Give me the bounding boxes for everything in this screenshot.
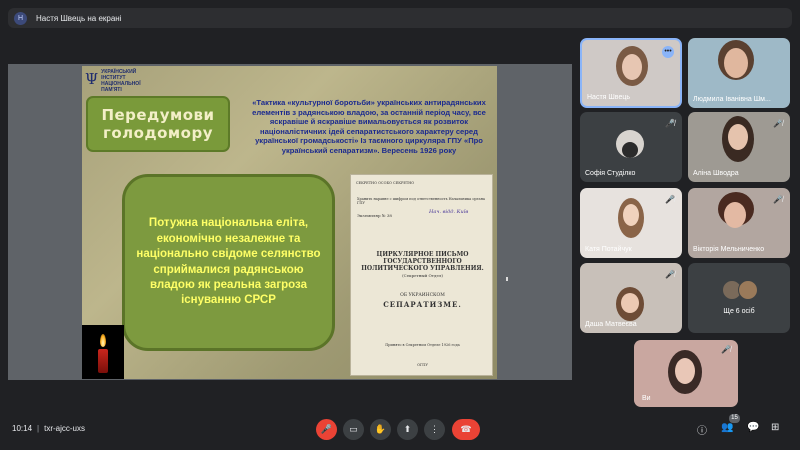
mic-off-icon: 🎤̸ bbox=[665, 195, 675, 204]
present-button[interactable]: ⬆ bbox=[397, 419, 418, 440]
more-participants-avatars bbox=[722, 280, 758, 300]
participant-name: Вікторія Мельниченко bbox=[693, 246, 765, 253]
participant-name: Людмила Іванівна Шм... bbox=[693, 96, 771, 103]
participant-tile-self-presenter[interactable]: ••• Настя Швець bbox=[580, 38, 682, 108]
participant-tile[interactable]: 🎤̸ Аліна Шводра bbox=[688, 112, 790, 182]
info-icon[interactable]: ⓘ bbox=[697, 422, 707, 437]
clock: 10:14 bbox=[12, 424, 33, 433]
participant-name: Аліна Шводра bbox=[693, 170, 739, 177]
participant-tile[interactable]: 🎤̸ Катя Потайчук bbox=[580, 188, 682, 258]
activities-icon[interactable]: ⊞ bbox=[771, 422, 779, 433]
slide-title-line2: голодомору bbox=[103, 124, 213, 142]
doc-footer2: ОГПУ bbox=[417, 363, 428, 367]
presentation-slide: Ψ УКРАЇНСЬКИЙ ІНСТИТУТ НАЦІОНАЛЬНОЇ ПАМ'… bbox=[82, 66, 497, 379]
more-participants-label: Ще 6 осіб bbox=[723, 308, 755, 315]
trident-icon: Ψ bbox=[85, 70, 99, 88]
mic-off-icon: 🎤̸ bbox=[665, 119, 675, 128]
participant-name: Ви bbox=[642, 395, 651, 402]
slide-title-line1: Передумови bbox=[101, 106, 215, 124]
mic-off-icon: 🎤̸ bbox=[773, 195, 783, 204]
presenting-banner: Н Настя Швець на екрані bbox=[8, 8, 792, 28]
participant-tile[interactable]: 🎤̸ Вікторія Мельниченко bbox=[688, 188, 790, 258]
meeting-code: txr-ajcc-uxs bbox=[44, 424, 85, 433]
slide-title: Передумови голодомору bbox=[86, 96, 230, 152]
more-participants-tile[interactable]: Ще 6 осіб bbox=[688, 263, 790, 333]
slide-main-text: Потужна національна еліта, економічно не… bbox=[136, 217, 321, 307]
doc-header: СЕКРЕТНО ОСОБО СЕКРЕТНО bbox=[355, 181, 415, 185]
raise-hand-icon: ✋ bbox=[374, 424, 387, 434]
mic-toggle-button[interactable]: 🎤 bbox=[316, 419, 337, 440]
participant-name: Настя Швець bbox=[587, 94, 630, 101]
more-options-icon[interactable]: ••• bbox=[662, 46, 674, 58]
mic-off-icon: 🎤 bbox=[320, 424, 333, 434]
camera-icon: ▭ bbox=[349, 424, 358, 434]
institute-name: УКРАЇНСЬКИЙ ІНСТИТУТ НАЦІОНАЛЬНОЇ ПАМ'ЯТ… bbox=[101, 69, 141, 93]
doc-subtitle: (Секретный Отдел) bbox=[402, 273, 443, 278]
doc-about: ОБ УКРАИНСКОМ bbox=[400, 293, 445, 298]
participant-tile[interactable]: Людмила Іванівна Шм... bbox=[688, 38, 790, 108]
archival-document-image: СЕКРЕТНО ОСОБО СЕКРЕТНО Хранить наравне … bbox=[350, 174, 493, 376]
meeting-info: 10:14 | txr-ajcc-uxs bbox=[12, 424, 85, 433]
meeting-info-separator: | bbox=[37, 424, 40, 433]
more-options-button[interactable]: ⋮ bbox=[424, 419, 445, 440]
presenter-avatar: Н bbox=[14, 11, 27, 25]
doc-handwriting: Нач. відд. Київ bbox=[429, 209, 469, 215]
candle-flame bbox=[100, 334, 106, 347]
doc-copy-number: Экземпляр № 38 bbox=[357, 213, 392, 218]
more-icon: ⋮ bbox=[430, 424, 439, 434]
present-icon: ⬆ bbox=[403, 424, 412, 434]
doc-footer: Принято в Секретном Отделе 1926 года bbox=[385, 343, 460, 347]
doc-title: ЦИРКУЛЯРНОЕ ПИСЬМО ГОСУДАРСТВЕННОГО ПОЛИ… bbox=[361, 251, 484, 272]
slide-quote: «Тактика «культурної боротьби» українськ… bbox=[252, 98, 486, 155]
screen-share-stage[interactable]: Ψ УКРАЇНСЬКИЙ ІНСТИТУТ НАЦІОНАЛЬНОЇ ПАМ'… bbox=[8, 64, 572, 380]
raise-hand-button[interactable]: ✋ bbox=[370, 419, 391, 440]
mic-off-icon: 🎤̸ bbox=[773, 119, 783, 128]
doc-note: Хранить наравне с шифром под ответственн… bbox=[357, 197, 486, 206]
doc-topic: СЕПАРАТИЗМЕ. bbox=[383, 300, 462, 309]
mic-off-icon: 🎤̸ bbox=[721, 345, 731, 354]
participant-name: Даша Матвеєва bbox=[585, 321, 637, 328]
bottom-toolbar: 10:14 | txr-ajcc-uxs 🎤 ▭ ✋ ⬆ ⋮ ☎ ⓘ 👥 15 💬 … bbox=[0, 410, 800, 450]
participant-name: Софія Студілко bbox=[585, 170, 636, 177]
slide-main-text-box: Потужна національна еліта, економічно не… bbox=[122, 174, 335, 351]
people-icon[interactable]: 👥 bbox=[721, 422, 733, 433]
participant-tile[interactable]: 🎤̸ Софія Студілко bbox=[580, 112, 682, 182]
participants-count-badge: 15 bbox=[729, 414, 740, 423]
institute-logo: Ψ УКРАЇНСЬКИЙ ІНСТИТУТ НАЦІОНАЛЬНОЇ ПАМ'… bbox=[85, 69, 155, 93]
leave-call-icon: ☎ bbox=[460, 424, 472, 434]
avatar bbox=[616, 130, 644, 158]
camera-toggle-button[interactable]: ▭ bbox=[343, 419, 364, 440]
candle-body bbox=[98, 349, 108, 373]
leave-call-button[interactable]: ☎ bbox=[452, 419, 480, 440]
participant-tile[interactable]: 🎤̸ Даша Матвеєва bbox=[580, 263, 682, 333]
chat-icon[interactable]: 💬 bbox=[747, 422, 759, 433]
presenting-label: Настя Швець на екрані bbox=[36, 13, 122, 23]
mic-off-icon: 🎤̸ bbox=[665, 270, 675, 279]
self-view-tile[interactable]: 🎤̸ Ви bbox=[634, 340, 738, 407]
candle-image bbox=[82, 325, 124, 379]
mouse-cursor bbox=[506, 277, 508, 281]
participant-name: Катя Потайчук bbox=[585, 246, 632, 253]
